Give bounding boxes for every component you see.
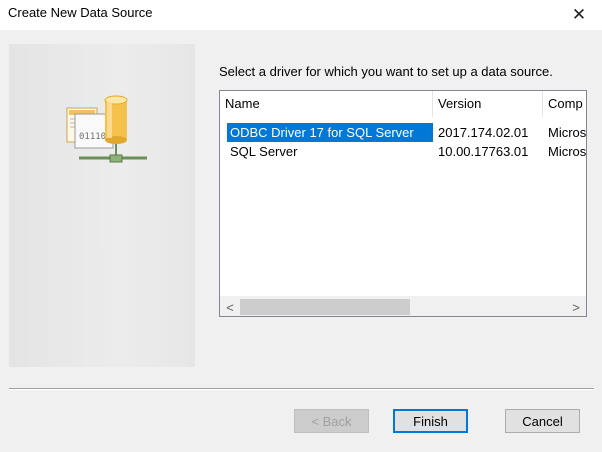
driver-row[interactable]: SQL Server 10.00.17763.01 Micros: [220, 142, 586, 161]
column-header-version[interactable]: Version: [433, 91, 543, 117]
back-button[interactable]: < Back: [294, 409, 369, 433]
horizontal-scrollbar[interactable]: < >: [220, 296, 586, 316]
divider: [9, 388, 594, 390]
driver-version: 10.00.17763.01: [438, 144, 529, 159]
driver-company: Micros: [548, 144, 587, 159]
driver-row[interactable]: ODBC Driver 17 for SQL Server 2017.174.0…: [220, 123, 586, 142]
driver-version: 2017.174.02.01: [438, 125, 529, 140]
close-button[interactable]: ✕: [556, 0, 602, 30]
scrollbar-thumb[interactable]: [240, 299, 410, 315]
binary-text: 01110: [79, 132, 106, 142]
cancel-button[interactable]: Cancel: [505, 409, 580, 433]
database-network-icon: 01110: [66, 95, 147, 163]
wizard-image-panel: 01110: [9, 44, 195, 367]
chevron-left-icon: <: [226, 299, 234, 315]
scroll-right-button[interactable]: >: [566, 297, 586, 316]
driver-company: Micros: [548, 125, 587, 140]
finish-button[interactable]: Finish: [393, 409, 468, 433]
driver-name: ODBC Driver 17 for SQL Server: [227, 123, 433, 142]
scroll-left-button[interactable]: <: [220, 297, 240, 316]
close-icon: ✕: [571, 5, 587, 24]
prompt-text: Select a driver for which you want to se…: [219, 64, 553, 79]
title-bar: Create New Data Source ✕: [0, 0, 602, 30]
column-header-company[interactable]: Comp: [543, 91, 586, 117]
chevron-right-icon: >: [572, 299, 580, 315]
column-header-name[interactable]: Name: [220, 91, 433, 117]
window-title: Create New Data Source: [8, 5, 153, 20]
driver-list[interactable]: Name Version Comp ODBC Driver 17 for SQL…: [219, 90, 587, 317]
driver-name: SQL Server: [230, 144, 298, 159]
